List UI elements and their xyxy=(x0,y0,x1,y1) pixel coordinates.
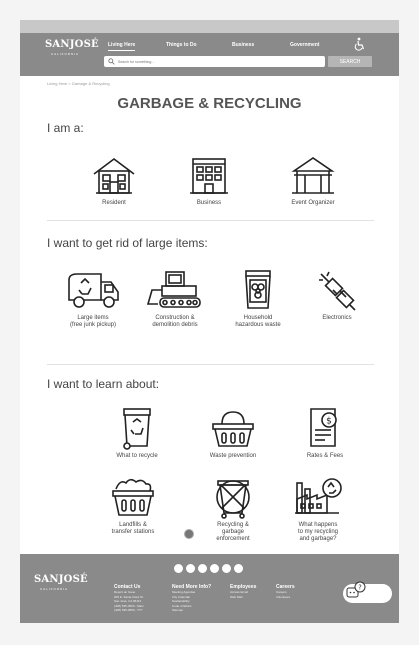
search-input[interactable] xyxy=(118,57,318,66)
divider xyxy=(47,364,374,365)
divider xyxy=(47,220,374,221)
chat-question-icon[interactable]: ? xyxy=(346,581,366,601)
tile-label: Event Organizer xyxy=(291,200,335,206)
tile-label: Large items xyxy=(77,315,109,321)
nav-business[interactable]: Business xyxy=(232,42,254,48)
house-icon xyxy=(93,158,135,194)
factory-icon xyxy=(295,478,342,514)
tile-label: Electronics xyxy=(322,315,352,321)
footer-link[interactable]: Web Mail xyxy=(230,595,256,600)
tile-label: Construction & xyxy=(155,315,195,321)
tile-label: Household xyxy=(243,315,273,321)
tile-business[interactable]: Business xyxy=(174,155,244,207)
search-icon xyxy=(108,58,115,65)
tile-label: What to recycle xyxy=(116,453,158,459)
footer-col-employees: Employees Access Email Web Mail xyxy=(230,584,256,599)
nav-living-here[interactable]: Living Here xyxy=(108,42,136,51)
tile-label-line2: garbage xyxy=(221,529,245,535)
tile-electronics[interactable]: Electronics xyxy=(302,268,372,322)
tile-landfills[interactable]: Landfills & transfer stations xyxy=(97,475,169,536)
facebook-icon[interactable] xyxy=(186,564,195,573)
landfill-icon xyxy=(112,478,154,516)
tile-rates-fees[interactable]: $ Rates & Fees xyxy=(290,406,360,460)
bulldozer-icon xyxy=(146,271,201,308)
tile-label: Business xyxy=(196,200,222,206)
tile-event-organizer[interactable]: Event Organizer xyxy=(278,155,348,207)
section-heading-large-items: I want to get rid of large items: xyxy=(47,236,208,250)
twitter-icon[interactable] xyxy=(210,564,219,573)
tile-what-happens[interactable]: What happens to my recycling and garbage… xyxy=(278,475,358,543)
search-box xyxy=(104,56,325,67)
tile-what-to-recycle[interactable]: What to recycle xyxy=(101,406,173,460)
footer-logo[interactable]: SANJOSÉ CALIFORNIA xyxy=(34,574,88,591)
no-dumping-icon xyxy=(216,480,250,519)
tile-label-line2: to my recycling xyxy=(297,529,338,535)
footer-text: San José, CA 95113 xyxy=(114,599,142,603)
tile-label: Landfills & xyxy=(119,522,147,528)
youtube-icon[interactable] xyxy=(174,564,183,573)
footer-col-careers: Careers Careers Volunteers xyxy=(276,584,295,599)
city-logo[interactable]: SANJOSÉ CALIFORNIA xyxy=(45,39,99,56)
site-header: SANJOSÉ CALIFORNIA Living Here Things to… xyxy=(20,33,399,76)
biohazard-bin-icon xyxy=(245,270,271,309)
electrical-plug-icon xyxy=(319,271,356,311)
logo-subtext: CALIFORNIA xyxy=(39,587,68,591)
tile-label-line3: and garbage? xyxy=(299,536,337,542)
page-title: GARBAGE & RECYCLING xyxy=(117,95,302,112)
back-to-top-button[interactable] xyxy=(184,529,194,539)
tile-label: What happens xyxy=(298,522,338,528)
tile-label-line2: (free junk pickup) xyxy=(69,322,117,328)
tile-waste-prevention[interactable]: Waste prevention xyxy=(195,406,271,460)
svg-text:?: ? xyxy=(358,584,362,592)
section-heading-learn: I want to learn about: xyxy=(47,377,160,391)
tile-household-hazardous[interactable]: Household hazardous waste xyxy=(223,268,293,329)
section-heading-i-am: I am a: xyxy=(47,121,84,135)
tent-icon xyxy=(291,157,335,194)
nav-government[interactable]: Government xyxy=(290,42,319,48)
breadcrumb[interactable]: Living Here > Garbage & Recycling xyxy=(47,81,110,86)
footer-text: (408) 535-3550 - TTY xyxy=(114,608,143,612)
linkedin-icon[interactable] xyxy=(222,564,231,573)
tile-construction[interactable]: Construction & demolition debris xyxy=(139,268,211,329)
bill-icon: $ xyxy=(310,408,337,447)
recycling-truck-icon xyxy=(68,273,119,308)
tile-label: Waste prevention xyxy=(209,453,257,459)
footer-link[interactable]: Sitemap xyxy=(172,608,211,613)
browser-top-bar xyxy=(20,20,399,33)
tile-label-line3: enforcement xyxy=(216,536,250,542)
tile-label-line2: demolition debris xyxy=(152,322,198,328)
footer-col-info: Need More Info? Meeting Agendas City Cal… xyxy=(172,584,211,613)
tile-label-line2: hazardous waste xyxy=(235,322,281,328)
page-frame: SANJOSÉ CALIFORNIA Living Here Things to… xyxy=(20,20,399,623)
search-button[interactable]: SEARCH xyxy=(328,56,372,67)
basket-icon xyxy=(212,411,254,447)
svg-text:$: $ xyxy=(326,417,332,427)
recycling-bin-icon xyxy=(123,408,151,450)
nav-things-to-do[interactable]: Things to Do xyxy=(166,42,197,48)
nextdoor-icon[interactable] xyxy=(234,564,243,573)
logo-text: SANJOSÉ xyxy=(45,39,99,50)
logo-subtext: CALIFORNIA xyxy=(50,52,79,56)
tile-large-items[interactable]: Large items (free junk pickup) xyxy=(60,268,126,329)
logo-text: SANJOSÉ xyxy=(34,574,88,585)
tile-label: Rates & Fees xyxy=(306,453,344,459)
tile-label: Recycling & xyxy=(217,522,249,528)
tile-resident[interactable]: Resident xyxy=(79,155,149,207)
footer-link[interactable]: Volunteers xyxy=(276,595,295,600)
accessibility-icon[interactable] xyxy=(353,37,367,51)
tile-enforcement[interactable]: Recycling & garbage enforcement xyxy=(195,475,271,543)
instagram-icon[interactable] xyxy=(198,564,207,573)
tile-label-line2: transfer stations xyxy=(111,529,155,535)
office-building-icon xyxy=(190,158,228,194)
site-footer: SANJOSÉ CALIFORNIA Contact Us Report an … xyxy=(20,554,399,623)
footer-col-contact: Contact Us Report an Issue 200 E. Santa … xyxy=(114,584,144,613)
tile-label: Resident xyxy=(102,200,126,206)
